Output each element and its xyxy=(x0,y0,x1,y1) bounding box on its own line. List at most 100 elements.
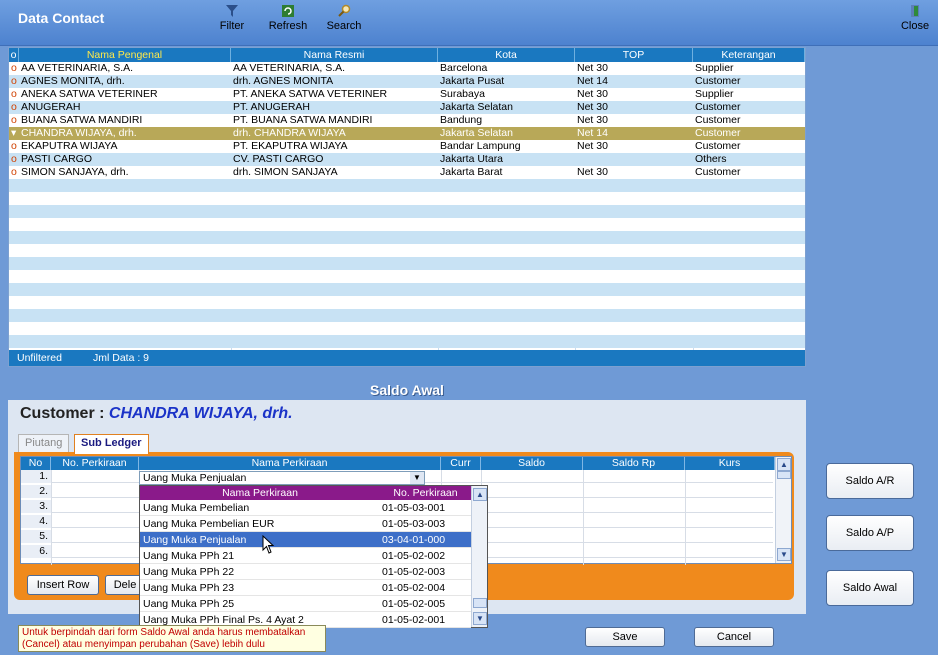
dropdown-item[interactable]: Uang Muka PPh 23 01-05-02-004 xyxy=(140,580,471,596)
customer-name: CHANDRA WIJAYA, drh. xyxy=(108,405,293,422)
table-row[interactable] xyxy=(9,322,805,335)
table-row[interactable] xyxy=(9,205,805,218)
door-exit-icon xyxy=(911,5,919,17)
table-row[interactable] xyxy=(9,192,805,205)
col-curr: Curr xyxy=(441,457,481,470)
right-panel xyxy=(806,46,938,655)
cell-top: Net 30 xyxy=(577,101,608,113)
cancel-button[interactable]: Cancel xyxy=(694,627,774,647)
cell-ket: Customer xyxy=(695,75,741,87)
dropdown-item[interactable]: Uang Muka Penjualan 03-04-01-000 xyxy=(140,532,471,548)
cell-kota: Jakarta Selatan xyxy=(440,127,513,139)
scroll-down-icon[interactable]: ▼ xyxy=(777,548,791,561)
tab-sub-ledger[interactable]: Sub Ledger xyxy=(74,434,149,454)
table-row[interactable]: o ANUGERAH PT. ANUGERAH Jakarta Selatan Net … xyxy=(9,101,805,114)
tab-piutang[interactable]: Piutang xyxy=(18,434,70,453)
table-row[interactable]: o EKAPUTRA WIJAYA PT. EKAPUTRA WIJAYA Banda… xyxy=(9,140,805,153)
table-row[interactable]: o AA VETERINARIA, S.A. AA VETERINARIA, S.A… xyxy=(9,62,805,75)
customer-heading: Customer : CHANDRA WIJAYA, drh. xyxy=(20,405,293,423)
table-row[interactable]: ▾ CHANDRA WIJAYA, drh. drh. CHANDRA WIJAYA… xyxy=(9,127,805,140)
table-row[interactable] xyxy=(9,309,805,322)
table-row[interactable] xyxy=(9,244,805,257)
col-kota[interactable]: Kota xyxy=(438,48,575,62)
dd-scroll-up-icon[interactable]: ▲ xyxy=(473,488,487,501)
cell-kota: Jakarta Barat xyxy=(440,166,503,178)
dropdown-item[interactable]: Uang Muka Pembelian EUR 01-05-03-003 xyxy=(140,516,471,532)
dropdown-item-code: 01-05-02-005 xyxy=(382,598,446,610)
saldo-awal-title: Saldo Awal xyxy=(8,380,806,400)
row-marker: o xyxy=(11,153,17,165)
cell-top: Net 30 xyxy=(577,62,608,74)
table-row[interactable] xyxy=(9,231,805,244)
table-row[interactable]: o PASTI CARGO CV. PASTI CARGO Jakarta Utara… xyxy=(9,153,805,166)
dropdown-item-code: 01-05-02-003 xyxy=(382,566,446,578)
cell-ket: Supplier xyxy=(695,62,734,74)
table-row[interactable] xyxy=(9,283,805,296)
table-row[interactable] xyxy=(9,218,805,231)
dropdown-item-code: 01-05-02-004 xyxy=(382,582,446,594)
save-button[interactable]: Save xyxy=(585,627,665,647)
col-keterangan[interactable]: Keterangan xyxy=(693,48,805,62)
cell-resmi: drh. SIMON SANJAYA xyxy=(233,166,338,178)
col-no: No xyxy=(21,457,51,470)
nama-perkiraan-combo[interactable]: Uang Muka Penjualan ▼ xyxy=(139,471,425,485)
table-row[interactable]: o AGNES MONITA, drh. drh. AGNES MONITA Jaka… xyxy=(9,75,805,88)
dropdown-item[interactable]: Uang Muka PPh 22 01-05-02-003 xyxy=(140,564,471,580)
grid-header: o Nama Pengenal Nama Resmi Kota TOP Kete… xyxy=(9,48,805,62)
dd-scroll-thumb[interactable] xyxy=(473,598,487,608)
row-marker: ▾ xyxy=(11,127,17,139)
table-row[interactable] xyxy=(9,270,805,283)
row-marker: o xyxy=(11,114,17,126)
table-row[interactable]: o BUANA SATWA MANDIRI PT. BUANA SATWA MAND… xyxy=(9,114,805,127)
col-nama-pengenal[interactable]: Nama Pengenal xyxy=(19,48,231,62)
dropdown-item[interactable]: Uang Muka PPh 25 01-05-02-005 xyxy=(140,596,471,612)
insert-row-button[interactable]: Insert Row xyxy=(27,575,99,595)
table-row[interactable] xyxy=(9,257,805,270)
saldo-awal-button[interactable]: Saldo Awal xyxy=(826,570,914,606)
col-nama-resmi[interactable]: Nama Resmi xyxy=(231,48,438,62)
dropdown-scrollbar[interactable]: ▲ ▼ xyxy=(471,486,487,627)
table-row[interactable] xyxy=(9,296,805,309)
col-kurs: Kurs xyxy=(685,457,775,470)
sub-ledger-scrollbar[interactable]: ▲ ▼ xyxy=(775,457,791,563)
perkiraan-dropdown: Nama Perkiraan No. Perkiraan Uang Muka P… xyxy=(139,485,488,628)
col-top[interactable]: TOP xyxy=(575,48,693,62)
table-row[interactable] xyxy=(9,179,805,192)
cell-ket: Others xyxy=(695,153,727,165)
cell-top: Net 30 xyxy=(577,166,608,178)
cell-top: Net 30 xyxy=(577,140,608,152)
filter-status: Unfiltered xyxy=(17,352,62,364)
saldo-ar-button[interactable]: Saldo A/R xyxy=(826,463,914,499)
dropdown-header: Nama Perkiraan No. Perkiraan xyxy=(140,486,471,500)
table-row[interactable]: o SIMON SANJAYA, drh. drh. SIMON SANJAYA Ja… xyxy=(9,166,805,179)
cell-kota: Bandar Lampung xyxy=(440,140,521,152)
table-row[interactable] xyxy=(9,335,805,348)
col-saldo: Saldo xyxy=(481,457,583,470)
combo-value: Uang Muka Penjualan xyxy=(143,472,247,484)
dropdown-item-name: Uang Muka Penjualan xyxy=(143,534,247,546)
row-marker: o xyxy=(11,75,17,87)
dropdown-item[interactable]: Uang Muka Pembelian 01-05-03-001 xyxy=(140,500,471,516)
scroll-up-icon[interactable]: ▲ xyxy=(777,458,791,471)
refresh-button[interactable]: Refresh xyxy=(262,4,314,32)
dd-scroll-down-icon[interactable]: ▼ xyxy=(473,612,487,625)
row-number: 3. xyxy=(21,500,51,513)
row-number: 4. xyxy=(21,515,51,528)
cell-pengenal: AGNES MONITA, drh. xyxy=(21,75,125,87)
dropdown-item-name: Uang Muka PPh 21 xyxy=(143,550,235,562)
close-label: Close xyxy=(900,20,930,32)
row-marker: o xyxy=(11,88,17,100)
scroll-thumb[interactable] xyxy=(777,471,791,479)
search-button[interactable]: Search xyxy=(318,4,370,32)
table-row[interactable]: o ANEKA SATWA VETERINER PT. ANEKA SATWA VE… xyxy=(9,88,805,101)
notice-tooltip: Untuk berpindah dari form Saldo Awal and… xyxy=(18,625,326,652)
close-button[interactable]: Close xyxy=(896,4,934,32)
chevron-down-icon[interactable]: ▼ xyxy=(410,472,424,484)
row-number: 2. xyxy=(21,485,51,498)
search-icon xyxy=(338,4,351,17)
filter-button[interactable]: Filter xyxy=(206,4,258,32)
cell-ket: Customer xyxy=(695,101,741,113)
mouse-pointer-icon xyxy=(262,535,275,554)
dropdown-item[interactable]: Uang Muka PPh 21 01-05-02-002 xyxy=(140,548,471,564)
saldo-ap-button[interactable]: Saldo A/P xyxy=(826,515,914,551)
